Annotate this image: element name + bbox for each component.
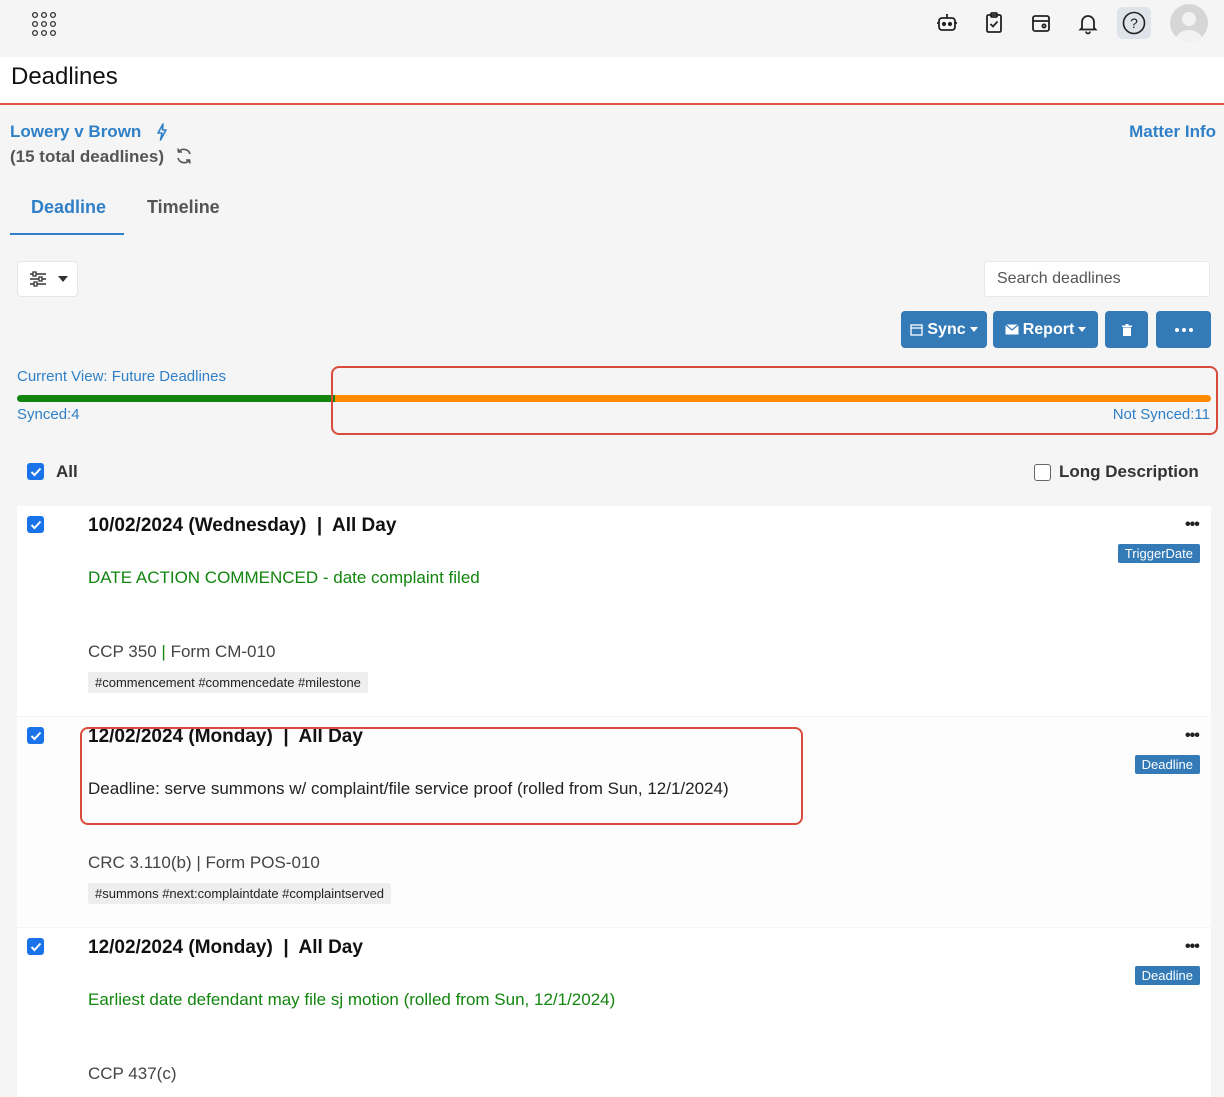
tab-timeline[interactable]: Timeline	[147, 197, 220, 218]
help-icon[interactable]: ?	[1117, 7, 1151, 39]
calendar-small-icon	[910, 324, 924, 336]
active-tab-indicator	[10, 233, 124, 235]
synced-progress-bar	[17, 395, 335, 402]
rule-citation[interactable]: CCP 350	[88, 642, 157, 661]
report-button[interactable]: Report	[993, 311, 1098, 348]
deadline-more-icon[interactable]: •••	[1185, 516, 1200, 534]
page-title: Deadlines	[11, 63, 118, 90]
rule-citation[interactable]: CRC 3.110(b)	[88, 853, 192, 872]
delete-button[interactable]	[1105, 311, 1148, 348]
user-avatar[interactable]	[1170, 4, 1208, 42]
long-description-checkbox[interactable]	[1034, 464, 1051, 481]
refresh-icon[interactable]	[175, 147, 193, 170]
calendar-icon[interactable]	[1028, 10, 1054, 36]
rule-separator: |	[161, 642, 166, 661]
sliders-icon	[30, 271, 46, 287]
long-description-label: Long Description	[1059, 462, 1199, 481]
deadline-tags: #commencement #commencedate #milestone	[88, 672, 368, 693]
rule-form[interactable]: Form POS-010	[206, 853, 320, 872]
select-all-label: All	[56, 462, 78, 481]
deadline-type-badge: TriggerDate	[1117, 544, 1200, 563]
more-actions-button[interactable]	[1156, 311, 1211, 348]
annotation-highlight-box	[331, 366, 1218, 435]
select-all-checkbox[interactable]	[27, 463, 44, 480]
trash-icon	[1121, 323, 1132, 336]
sync-button[interactable]: Sync	[901, 311, 987, 348]
main-content: Lowery v Brown (15 total deadlines) Matt…	[0, 105, 1224, 1097]
rule-separator: |	[196, 853, 201, 872]
synced-count[interactable]: Synced:4	[17, 406, 80, 423]
bolt-icon[interactable]	[156, 123, 168, 146]
caret-down-icon	[969, 327, 978, 332]
title-bar: Deadlines	[0, 57, 1224, 105]
deadline-description: DATE ACTION COMMENCED - date complaint f…	[88, 568, 480, 587]
filter-dropdown-button[interactable]	[17, 261, 78, 297]
deadline-tags: #summons #next:complaintdate #complaints…	[88, 883, 392, 904]
deadline-description: Earliest date defendant may file sj moti…	[88, 990, 616, 1009]
deadline-checkbox[interactable]	[27, 727, 44, 744]
sync-label: Sync	[927, 320, 966, 338]
deadline-rule: CCP 350 | Form CM-010	[88, 642, 275, 662]
deadline-more-icon[interactable]: •••	[1185, 938, 1200, 956]
caret-down-icon	[1078, 327, 1087, 332]
deadline-more-icon[interactable]: •••	[1185, 727, 1200, 745]
deadline-rule: CCP 437(c)	[88, 1064, 177, 1084]
deadline-checkbox[interactable]	[27, 516, 44, 533]
rule-form[interactable]: Form CM-010	[171, 642, 276, 661]
deadline-checkbox[interactable]	[27, 938, 44, 955]
robot-icon[interactable]	[934, 10, 960, 36]
search-deadlines-input[interactable]	[984, 261, 1210, 297]
deadline-type-badge: Deadline	[1134, 966, 1200, 985]
caret-down-icon	[58, 276, 68, 282]
bell-icon[interactable]	[1075, 10, 1101, 36]
envelope-icon	[1004, 324, 1019, 335]
matter-name-link[interactable]: Lowery v Brown	[10, 122, 141, 142]
deadline-card: 12/02/2024 (Monday) | All Day ••• Deadli…	[17, 928, 1211, 1097]
apps-grid-icon[interactable]	[30, 11, 60, 37]
svg-text:?: ?	[1130, 15, 1138, 31]
deadline-date: 10/02/2024 (Wednesday) | All Day	[88, 515, 397, 536]
deadline-rule: CRC 3.110(b) | Form POS-010	[88, 853, 320, 873]
current-view-label[interactable]: Current View: Future Deadlines	[17, 368, 226, 385]
total-deadlines: (15 total deadlines)	[10, 147, 164, 166]
deadline-type-badge: Deadline	[1134, 755, 1200, 774]
deadline-date: 12/02/2024 (Monday) | All Day	[88, 937, 363, 958]
top-bar: ?	[0, 0, 1224, 57]
clipboard-check-icon[interactable]	[981, 10, 1007, 36]
report-label: Report	[1022, 320, 1075, 338]
ellipsis-icon	[1174, 327, 1193, 332]
rule-citation[interactable]: CCP 437(c)	[88, 1064, 177, 1083]
tab-deadline[interactable]: Deadline	[31, 197, 106, 218]
deadline-card: 10/02/2024 (Wednesday) | All Day ••• Tri…	[17, 506, 1211, 716]
annotation-highlight-box	[80, 727, 803, 825]
matter-info-link[interactable]: Matter Info	[1129, 122, 1216, 142]
